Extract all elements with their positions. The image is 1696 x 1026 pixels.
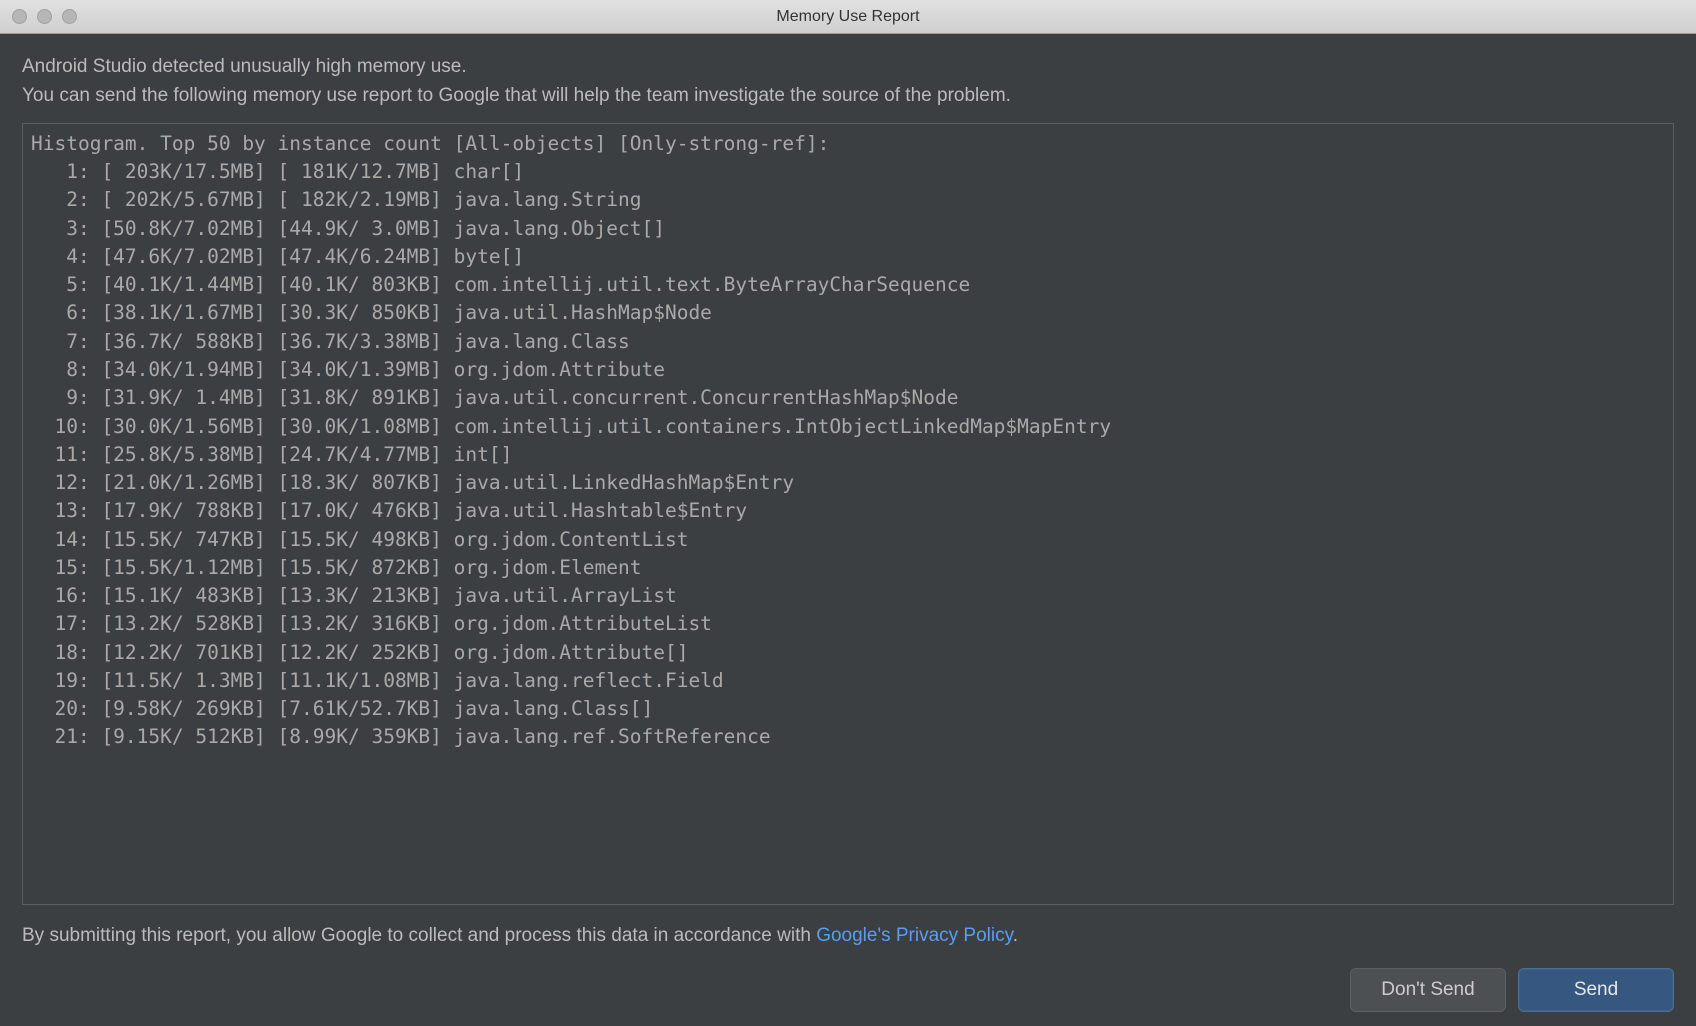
privacy-note: By submitting this report, you allow Goo…	[22, 921, 1674, 950]
intro-line-1: Android Studio detected unusually high m…	[22, 52, 1674, 81]
privacy-policy-link[interactable]: Google's Privacy Policy	[816, 925, 1013, 946]
intro-text: Android Studio detected unusually high m…	[22, 52, 1674, 111]
dialog-content: Android Studio detected unusually high m…	[0, 34, 1696, 1026]
privacy-suffix: .	[1013, 925, 1018, 946]
window-titlebar: Memory Use Report	[0, 0, 1696, 34]
privacy-prefix: By submitting this report, you allow Goo…	[22, 925, 816, 946]
dont-send-button[interactable]: Don't Send	[1350, 968, 1506, 1012]
memory-report-textarea[interactable]: Histogram. Top 50 by instance count [All…	[22, 123, 1674, 905]
minimize-icon[interactable]	[37, 9, 52, 24]
window-controls	[12, 9, 77, 24]
close-icon[interactable]	[12, 9, 27, 24]
window-title: Memory Use Report	[776, 8, 919, 26]
button-bar: Don't Send Send	[22, 968, 1674, 1012]
zoom-icon[interactable]	[62, 9, 77, 24]
intro-line-2: You can send the following memory use re…	[22, 81, 1674, 110]
send-button[interactable]: Send	[1518, 968, 1674, 1012]
